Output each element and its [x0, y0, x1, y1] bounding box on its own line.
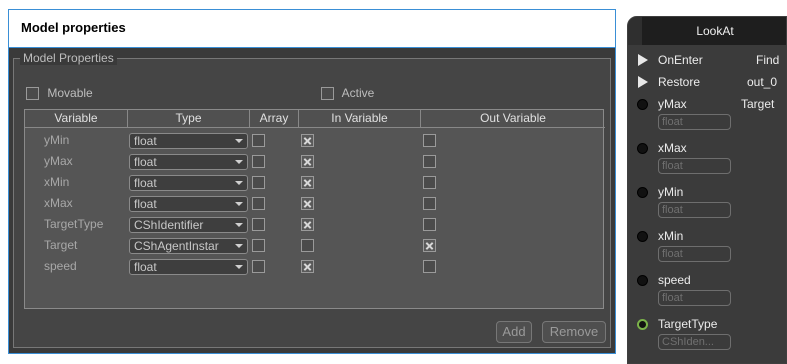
out-variable-checkbox[interactable] — [423, 218, 436, 231]
chevron-down-icon — [235, 265, 243, 269]
variable-name: xMin — [44, 175, 70, 189]
table-row[interactable]: yMax float — [25, 151, 603, 172]
data-input-label: yMax — [658, 97, 687, 111]
active-checkbox[interactable] — [321, 87, 334, 101]
header-out-variable[interactable]: Out Variable — [421, 110, 605, 128]
variable-name: speed — [44, 259, 77, 273]
chevron-down-icon — [235, 139, 243, 143]
exec-input-pin-onenter[interactable] — [638, 54, 648, 66]
output-target: Target — [741, 97, 775, 111]
header-variable[interactable]: Variable — [25, 110, 128, 128]
type-dropdown[interactable]: float — [129, 175, 248, 191]
header-array[interactable]: Array — [250, 110, 299, 128]
header-in-variable[interactable]: In Variable — [299, 110, 421, 128]
out-variable-checkbox[interactable] — [423, 176, 436, 189]
data-input-label: speed — [658, 273, 691, 287]
table-row[interactable]: yMin float — [25, 130, 603, 151]
output-out-0: out_0 — [747, 75, 778, 89]
array-checkbox[interactable] — [252, 260, 265, 273]
data-input-field[interactable]: float — [658, 158, 731, 174]
variables-table: Variable Type Array In Variable Out Vari… — [24, 109, 605, 309]
in-variable-checkbox[interactable] — [301, 176, 314, 189]
array-checkbox[interactable] — [252, 176, 265, 189]
movable-option[interactable]: Movable — [26, 86, 93, 101]
type-dropdown[interactable]: float — [129, 154, 248, 170]
type-dropdown[interactable]: CShAgentInstar — [129, 238, 248, 254]
remove-button[interactable]: Remove — [542, 321, 606, 343]
exec-input-pin-restore[interactable] — [638, 76, 648, 88]
data-input-field[interactable]: float — [658, 290, 731, 306]
table-row[interactable]: Target CShAgentInstar — [25, 235, 603, 256]
array-checkbox[interactable] — [252, 239, 265, 252]
data-input-label: yMin — [658, 185, 684, 199]
type-dropdown[interactable]: float — [129, 196, 248, 212]
variable-name: yMax — [44, 154, 73, 168]
exec-input-onenter: OnEnter — [658, 53, 703, 67]
table-row[interactable]: xMax float — [25, 193, 603, 214]
chevron-down-icon — [235, 181, 243, 185]
header-type[interactable]: Type — [128, 110, 250, 128]
out-variable-checkbox[interactable] — [423, 197, 436, 210]
variable-name: Target — [44, 238, 78, 252]
variable-name: yMin — [44, 133, 70, 147]
type-dropdown[interactable]: float — [129, 133, 248, 149]
data-input-label: TargetType — [658, 317, 718, 331]
data-input-field[interactable]: float — [658, 246, 731, 262]
output-find: Find — [756, 53, 780, 67]
node-title: LookAt — [642, 17, 786, 45]
array-checkbox[interactable] — [252, 155, 265, 168]
in-variable-checkbox[interactable] — [301, 197, 314, 210]
type-dropdown[interactable]: float — [129, 259, 248, 275]
array-checkbox[interactable] — [252, 197, 265, 210]
data-input-label: xMax — [658, 141, 687, 155]
table-row[interactable]: xMin float — [25, 172, 603, 193]
data-input-pin[interactable] — [637, 231, 648, 242]
data-input-field[interactable]: float — [658, 114, 731, 130]
data-input-field[interactable]: CShIden... — [658, 334, 731, 350]
variable-name: TargetType — [44, 217, 104, 231]
chevron-down-icon — [235, 160, 243, 164]
data-input-pin[interactable] — [637, 275, 648, 286]
add-button[interactable]: Add — [496, 321, 532, 343]
out-variable-checkbox[interactable] — [423, 239, 436, 252]
movable-checkbox[interactable] — [26, 87, 39, 101]
active-label: Active — [341, 86, 375, 100]
chevron-down-icon — [235, 223, 243, 227]
group-title: Model Properties — [20, 51, 117, 65]
type-dropdown[interactable]: CShIdentifier — [129, 217, 248, 233]
variable-name: xMax — [44, 196, 73, 210]
window-title: Model properties — [9, 10, 615, 48]
data-input-pin[interactable] — [637, 99, 648, 110]
data-input-pin[interactable] — [637, 187, 648, 198]
array-checkbox[interactable] — [252, 218, 265, 231]
data-input-field[interactable]: float — [658, 202, 731, 218]
out-variable-checkbox[interactable] — [423, 134, 436, 147]
movable-label: Movable — [47, 86, 93, 100]
chevron-down-icon — [235, 244, 243, 248]
exec-input-restore: Restore — [658, 75, 701, 89]
data-input-pin[interactable] — [637, 319, 648, 330]
node-body: OnEnter Find Restore out_0 Target yMax fl… — [628, 45, 786, 363]
table-row[interactable]: TargetType CShIdentifier — [25, 214, 603, 235]
in-variable-checkbox[interactable] — [301, 155, 314, 168]
data-input-pin[interactable] — [637, 143, 648, 154]
table-row[interactable]: speed float — [25, 256, 603, 277]
out-variable-checkbox[interactable] — [423, 155, 436, 168]
out-variable-checkbox[interactable] — [423, 260, 436, 273]
data-input-label: xMin — [658, 229, 684, 243]
in-variable-checkbox[interactable] — [301, 260, 314, 273]
model-properties-window: Model properties Model Properties Movabl… — [8, 9, 616, 354]
lookat-node[interactable]: LookAt OnEnter Find Restore out_0 Target… — [627, 16, 787, 364]
table-header: Variable Type Array In Variable Out Vari… — [25, 110, 605, 128]
in-variable-checkbox[interactable] — [301, 239, 314, 252]
model-properties-group: Model Properties Movable Active Variable… — [13, 51, 611, 348]
in-variable-checkbox[interactable] — [301, 218, 314, 231]
chevron-down-icon — [235, 202, 243, 206]
array-checkbox[interactable] — [252, 134, 265, 147]
active-option[interactable]: Active — [321, 86, 375, 101]
in-variable-checkbox[interactable] — [301, 134, 314, 147]
